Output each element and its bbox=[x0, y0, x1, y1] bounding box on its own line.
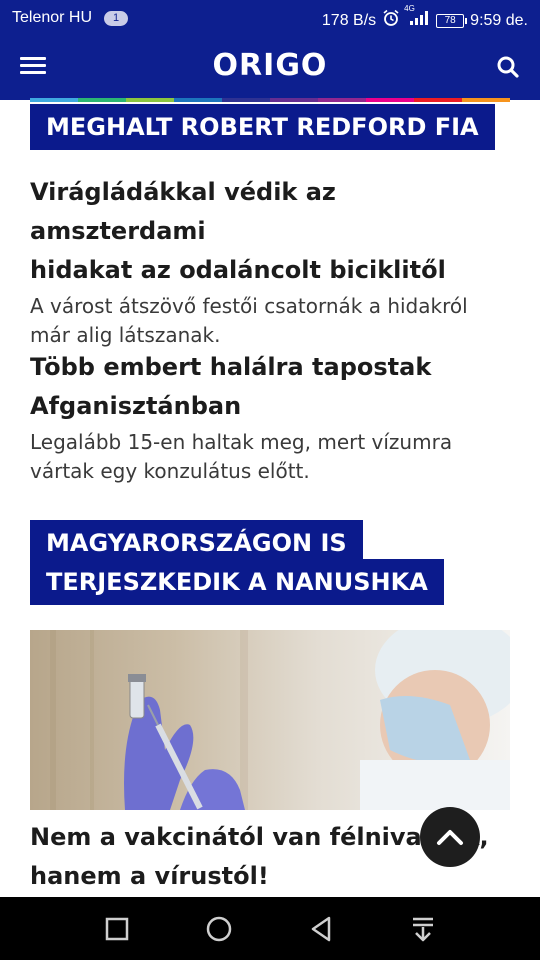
battery-level: 78 bbox=[444, 14, 456, 26]
article-afghanistan[interactable]: Több embert halálra tapostak Afganisztán… bbox=[30, 348, 510, 486]
vaccine-photo-illustration bbox=[30, 630, 510, 810]
headline-line: hanem a vírustól! bbox=[30, 862, 269, 890]
status-bar: Telenor HU 1 178 B/s 4G 78 9:59 de. bbox=[0, 0, 540, 36]
section-title-text: TERJESZKEDIK A NANUSHKA bbox=[46, 568, 428, 596]
pull-down-notifications-icon[interactable] bbox=[407, 913, 439, 945]
headline-line: hidakat az odaláncolt biciklitől bbox=[30, 256, 446, 284]
section-title-nanushka-line2[interactable]: TERJESZKEDIK A NANUSHKA bbox=[30, 559, 444, 605]
article-amsterdam[interactable]: Virágládákkal védik az amszterdami hidak… bbox=[30, 173, 510, 350]
headline-line: Virágládákkal védik az amszterdami bbox=[30, 178, 336, 245]
carrier-name: Telenor HU bbox=[12, 9, 93, 26]
triangle-back-icon[interactable] bbox=[305, 913, 337, 945]
clock: 9:59 de. bbox=[470, 11, 528, 29]
lead-line: A várost átszövő festői csatornák a hida… bbox=[30, 294, 468, 318]
section-title-text: MAGYARORSZÁGON IS bbox=[46, 529, 347, 557]
search-icon[interactable] bbox=[496, 55, 522, 81]
square-recent-apps-icon[interactable] bbox=[101, 913, 133, 945]
article-lead: Legalább 15-en haltak meg, mert vízumra … bbox=[30, 428, 510, 486]
site-logo[interactable]: ORIGO bbox=[0, 48, 540, 83]
headline-line: Afganisztánban bbox=[30, 392, 242, 420]
article-headline: Virágládákkal védik az amszterdami hidak… bbox=[30, 173, 510, 290]
chevron-up-icon bbox=[437, 830, 463, 845]
article-lead: A várost átszövő festői csatornák a hida… bbox=[30, 292, 510, 350]
headline-line: Több embert halálra tapostak bbox=[30, 353, 432, 381]
top-bar: Telenor HU 1 178 B/s 4G 78 9:59 de. ORIG… bbox=[0, 0, 540, 100]
network-speed: 178 B/s bbox=[321, 11, 377, 29]
alarm-icon bbox=[382, 9, 400, 32]
scroll-to-top-button[interactable] bbox=[420, 807, 480, 867]
lead-line: vártak egy konzulátus előtt. bbox=[30, 459, 310, 483]
battery-icon: 78 bbox=[436, 13, 468, 28]
notification-badge: 1 bbox=[104, 11, 128, 26]
article-feed: MEGHALT ROBERT REDFORD FIA Virágládákkal… bbox=[0, 100, 540, 897]
signal-icon: 4G bbox=[404, 4, 430, 31]
circle-home-icon[interactable] bbox=[203, 913, 235, 945]
article-headline: Több embert halálra tapostak Afganisztán… bbox=[30, 348, 510, 426]
status-right: 178 B/s 4G 78 9:59 de. bbox=[321, 4, 528, 32]
lead-line: Legalább 15-en haltak meg, mert vízumra bbox=[30, 430, 453, 454]
lead-line: már alig látszanak. bbox=[30, 323, 221, 347]
section-title-redford[interactable]: MEGHALT ROBERT REDFORD FIA bbox=[30, 104, 495, 150]
section-title-text: MEGHALT ROBERT REDFORD FIA bbox=[46, 113, 479, 141]
app-header: ORIGO bbox=[0, 36, 540, 100]
system-navigation-bar bbox=[0, 897, 540, 960]
network-type: 4G bbox=[404, 4, 415, 13]
vaccine-article-photo[interactable] bbox=[30, 630, 510, 810]
